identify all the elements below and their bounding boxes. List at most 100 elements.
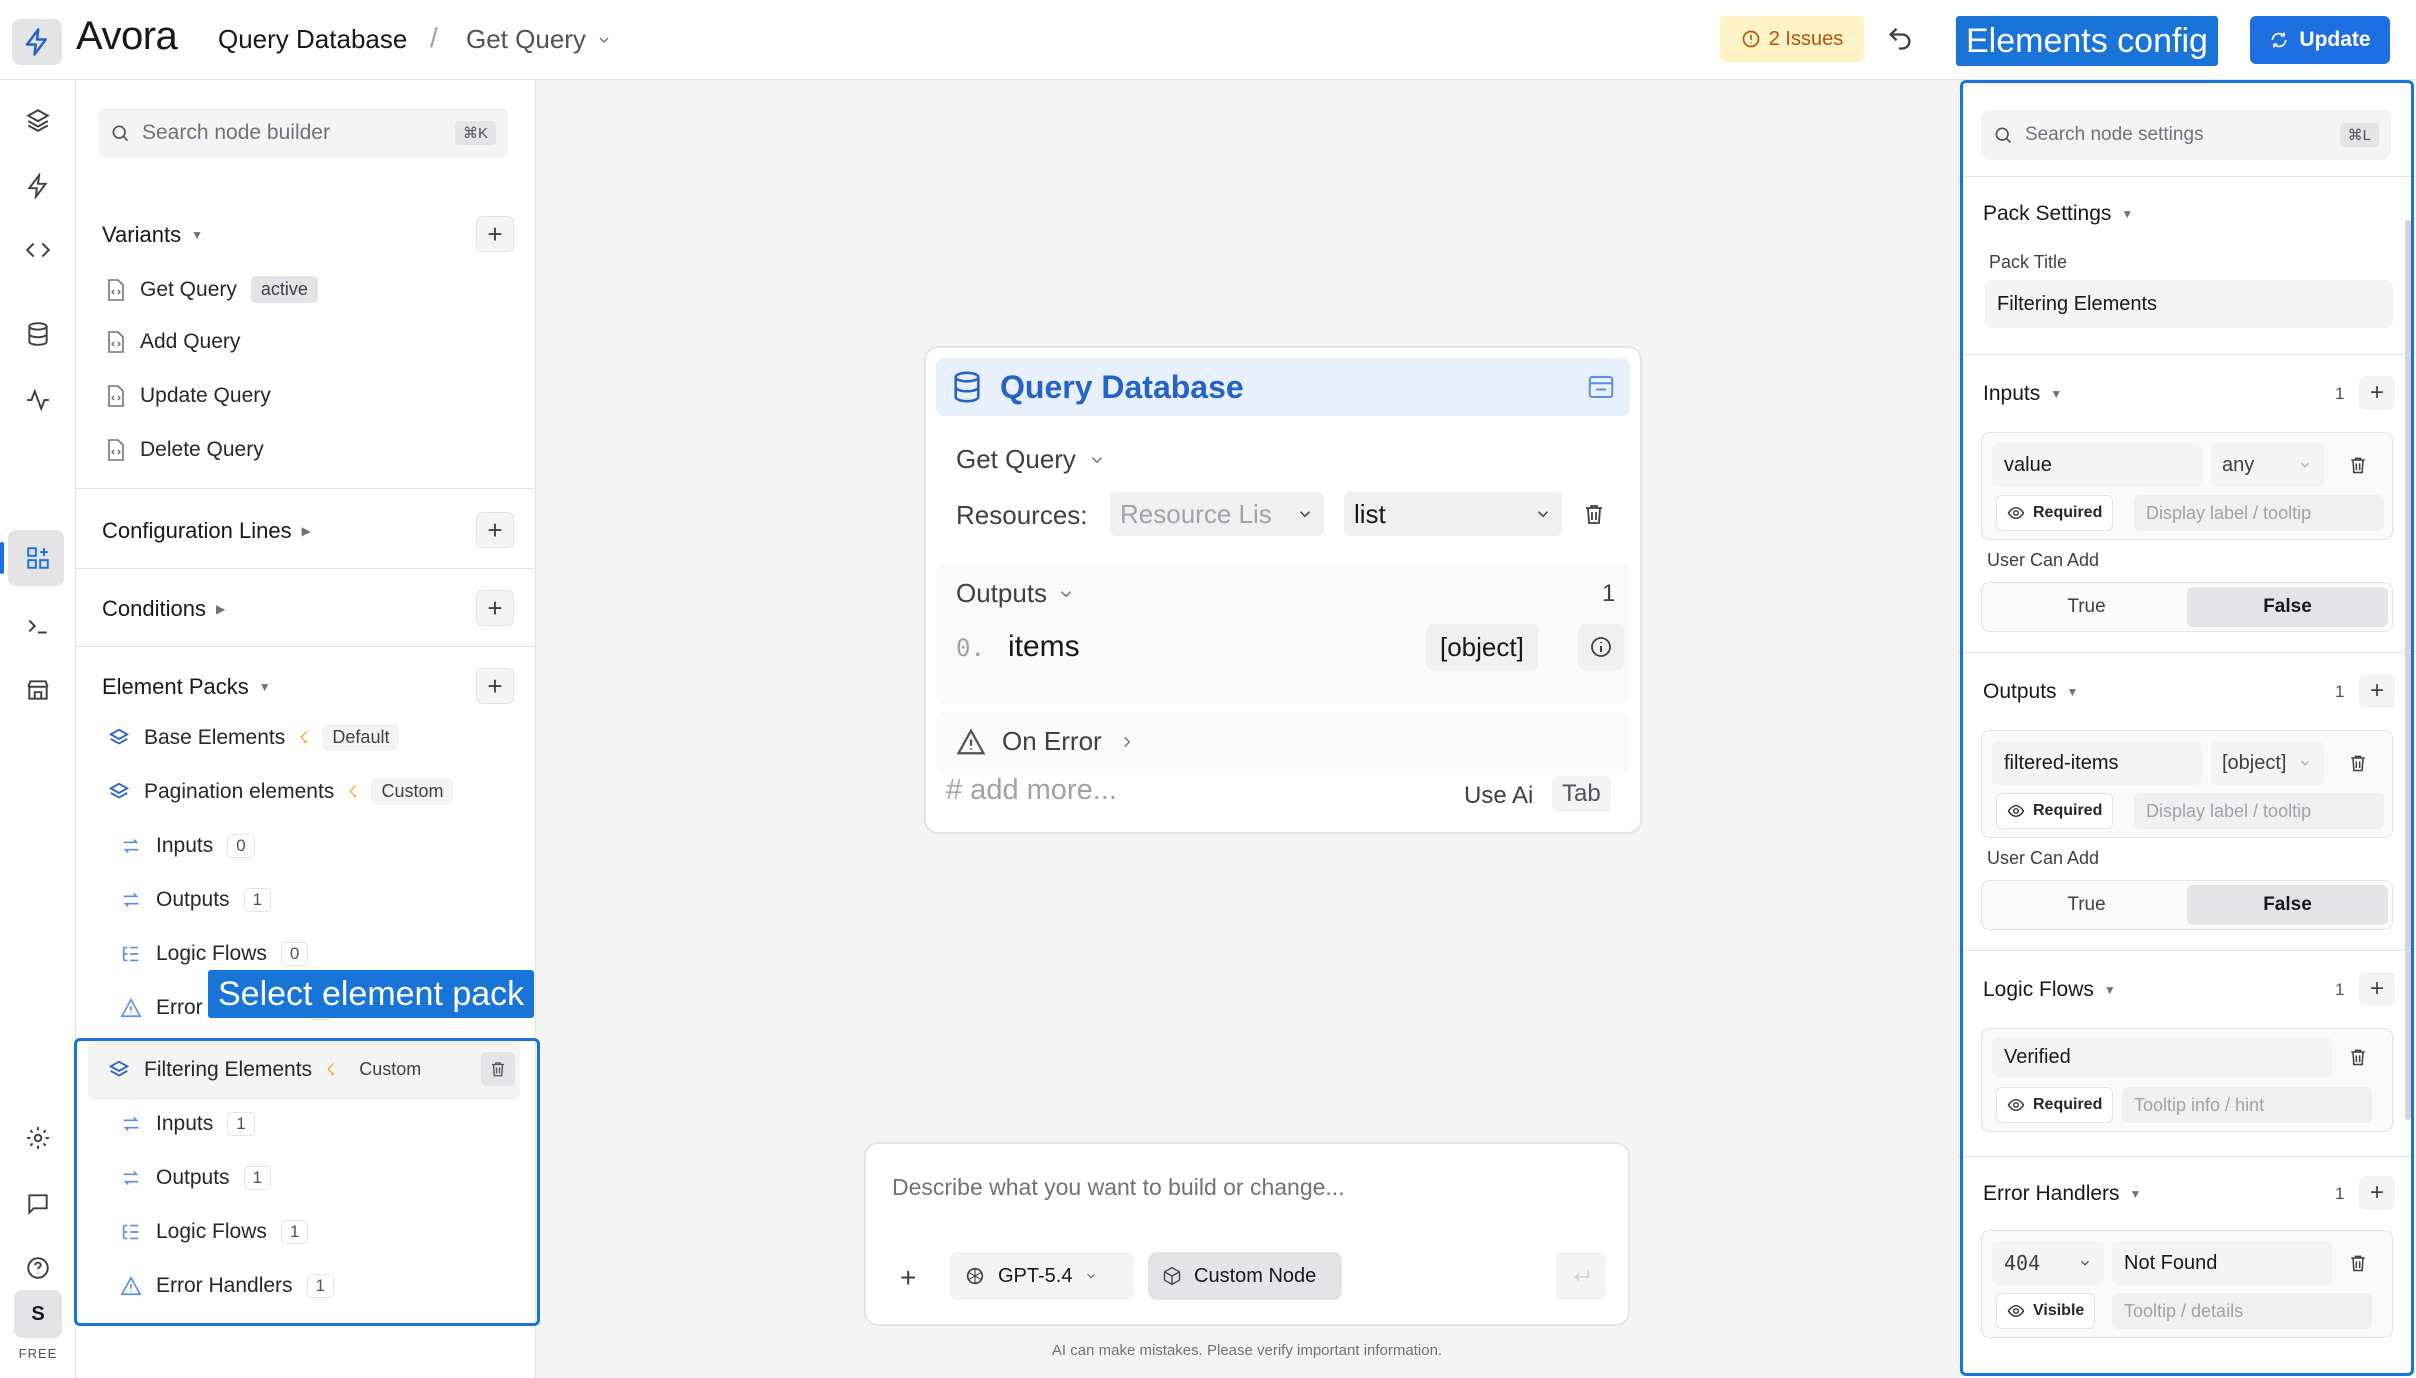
node-variant-select[interactable]: Get Query [956,444,1106,475]
visible-toggle[interactable]: Visible [1996,1293,2096,1329]
output-name-field[interactable]: filtered-items [1992,741,2202,785]
pack-child-error-handlers[interactable]: Error Handlers 1 [120,1274,335,1298]
input-type-select[interactable]: any [2210,443,2324,487]
required-toggle[interactable]: Required [1996,1087,2114,1123]
add-variant-button[interactable]: + [476,216,514,252]
true-option[interactable]: True [1986,587,2187,627]
on-error-row[interactable]: On Error [936,712,1630,774]
update-button[interactable]: Update [2250,16,2390,64]
caret-down-icon: ▼ [2129,1187,2142,1201]
scrollbar[interactable] [2405,220,2411,1120]
outputs-header[interactable]: Outputs [956,578,1075,609]
node-card[interactable]: Query Database Get Query Resources: Reso… [924,346,1642,834]
search-input[interactable]: Search node builder ⌘K [98,108,508,158]
false-option[interactable]: False [2187,587,2388,627]
conditions-header[interactable]: Conditions ▶ [102,596,225,622]
model-select[interactable]: GPT-5.4 [950,1252,1134,1300]
logo-icon[interactable] [12,19,62,65]
input-name-value: value [2004,453,2052,476]
add-error-handler-button[interactable]: + [2359,1176,2395,1210]
resource-select[interactable]: Resource Lis [1110,492,1324,536]
add-element-pack-button[interactable]: + [476,668,514,704]
add-output-button[interactable]: + [2359,674,2395,708]
divider [1959,354,2416,355]
bolt-icon[interactable] [22,170,54,202]
plus-icon[interactable]: + [900,1262,916,1294]
true-option[interactable]: True [1986,885,2187,925]
delete-output-button[interactable] [2342,747,2374,779]
output-tooltip-field[interactable]: Display label / tooltip [2134,793,2384,829]
help-icon[interactable] [22,1252,54,1284]
terminal-icon[interactable] [22,610,54,642]
variants-header[interactable]: Variants ▼ [102,222,203,248]
variant-item[interactable]: Delete Query [106,438,264,462]
breadcrumb-node[interactable]: Query Database [218,24,407,55]
gear-icon[interactable] [22,1122,54,1154]
logic-flow-name-field[interactable]: Verified [1992,1037,2332,1077]
pack-title-input[interactable]: Filtering Elements [1985,280,2393,328]
avatar[interactable]: S [14,1290,62,1338]
logic-flows-header[interactable]: Logic Flows ▼ [1983,978,2116,1002]
store-icon[interactable] [22,674,54,706]
pack-child-logic-flows[interactable]: Logic Flows 1 [120,1220,309,1244]
layers-icon[interactable] [22,104,54,136]
pack-filtering-elements[interactable]: Filtering Elements ☇ Custom [108,1056,432,1083]
resource-type-select[interactable]: list [1344,492,1562,536]
pack-child-outputs[interactable]: Outputs 1 [120,1166,272,1190]
config-lines-header[interactable]: Configuration Lines ▶ [102,518,311,544]
issues-button[interactable]: 2 Issues [1720,16,1864,62]
input-tooltip-field[interactable]: Display label / tooltip [2134,495,2384,531]
required-toggle[interactable]: Required [1996,793,2114,829]
pack-pagination-elements[interactable]: Pagination elements ☇ Custom [108,778,454,805]
info-icon[interactable] [1578,624,1624,670]
input-name-field[interactable]: value [1992,443,2202,487]
delete-error-handler-button[interactable] [2342,1247,2374,1279]
false-option[interactable]: False [2187,885,2388,925]
variant-item[interactable]: Get Query active [106,276,318,303]
add-condition-button[interactable]: + [476,590,514,626]
element-packs-header[interactable]: Element Packs ▼ [102,674,271,700]
output-type-select[interactable]: [object] [2210,741,2324,785]
error-code-select[interactable]: 404 [1992,1241,2104,1285]
database-icon[interactable] [22,318,54,350]
variant-item[interactable]: Add Query [106,330,240,354]
pack-settings-header[interactable]: Pack Settings ▼ [1983,202,2133,226]
activity-icon[interactable] [22,384,54,416]
delete-pack-button[interactable] [481,1052,515,1086]
panel-icon[interactable] [1586,372,1616,402]
undo-icon[interactable] [1886,24,1914,52]
required-toggle[interactable]: Required [1996,495,2114,531]
output-name[interactable]: items [1008,630,1080,664]
warning-circle-icon [1742,30,1760,48]
code-icon[interactable] [22,234,54,266]
pack-child-logic-flows[interactable]: Logic Flows 0 [120,942,309,966]
add-input-button[interactable]: + [2359,376,2395,410]
node-builder-icon[interactable] [22,542,54,574]
pack-base-elements[interactable]: Base Elements ☇ Default [108,724,400,751]
logic-flow-tooltip-field[interactable]: Tooltip info / hint [2122,1087,2372,1123]
use-ai-button[interactable]: Use Ai [1464,782,1533,810]
error-name-field[interactable]: Not Found [2112,1241,2332,1285]
add-logic-flow-button[interactable]: + [2359,972,2395,1006]
delete-resource-button[interactable] [1578,498,1610,530]
chat-input[interactable]: Describe what you want to build or chang… [864,1142,1630,1326]
delete-input-button[interactable] [2342,449,2374,481]
delete-logic-flow-button[interactable] [2342,1041,2374,1073]
error-handlers-header[interactable]: Error Handlers ▼ [1983,1182,2141,1206]
breadcrumb-variant[interactable]: Get Query [466,24,612,55]
send-icon[interactable] [1556,1252,1606,1300]
output-type[interactable]: [object] [1426,624,1538,670]
inputs-header[interactable]: Inputs ▼ [1983,382,2062,406]
settings-search-input[interactable]: Search node settings ⌘L [1981,110,2391,160]
error-tooltip-field[interactable]: Tooltip / details [2112,1293,2372,1329]
chat-icon[interactable] [22,1188,54,1220]
pack-child-outputs[interactable]: Outputs 1 [120,888,272,912]
inputs-user-can-add-label: User Can Add [1987,550,2100,570]
pack-child-inputs[interactable]: Inputs 0 [120,834,255,858]
mode-chip[interactable]: Custom Node [1148,1252,1342,1300]
pack-child-inputs[interactable]: Inputs 1 [120,1112,255,1136]
add-more-input[interactable]: # add more... [946,774,1117,807]
outputs-header[interactable]: Outputs ▼ [1983,680,2078,704]
variant-item[interactable]: Update Query [106,384,271,408]
add-config-line-button[interactable]: + [476,512,514,548]
